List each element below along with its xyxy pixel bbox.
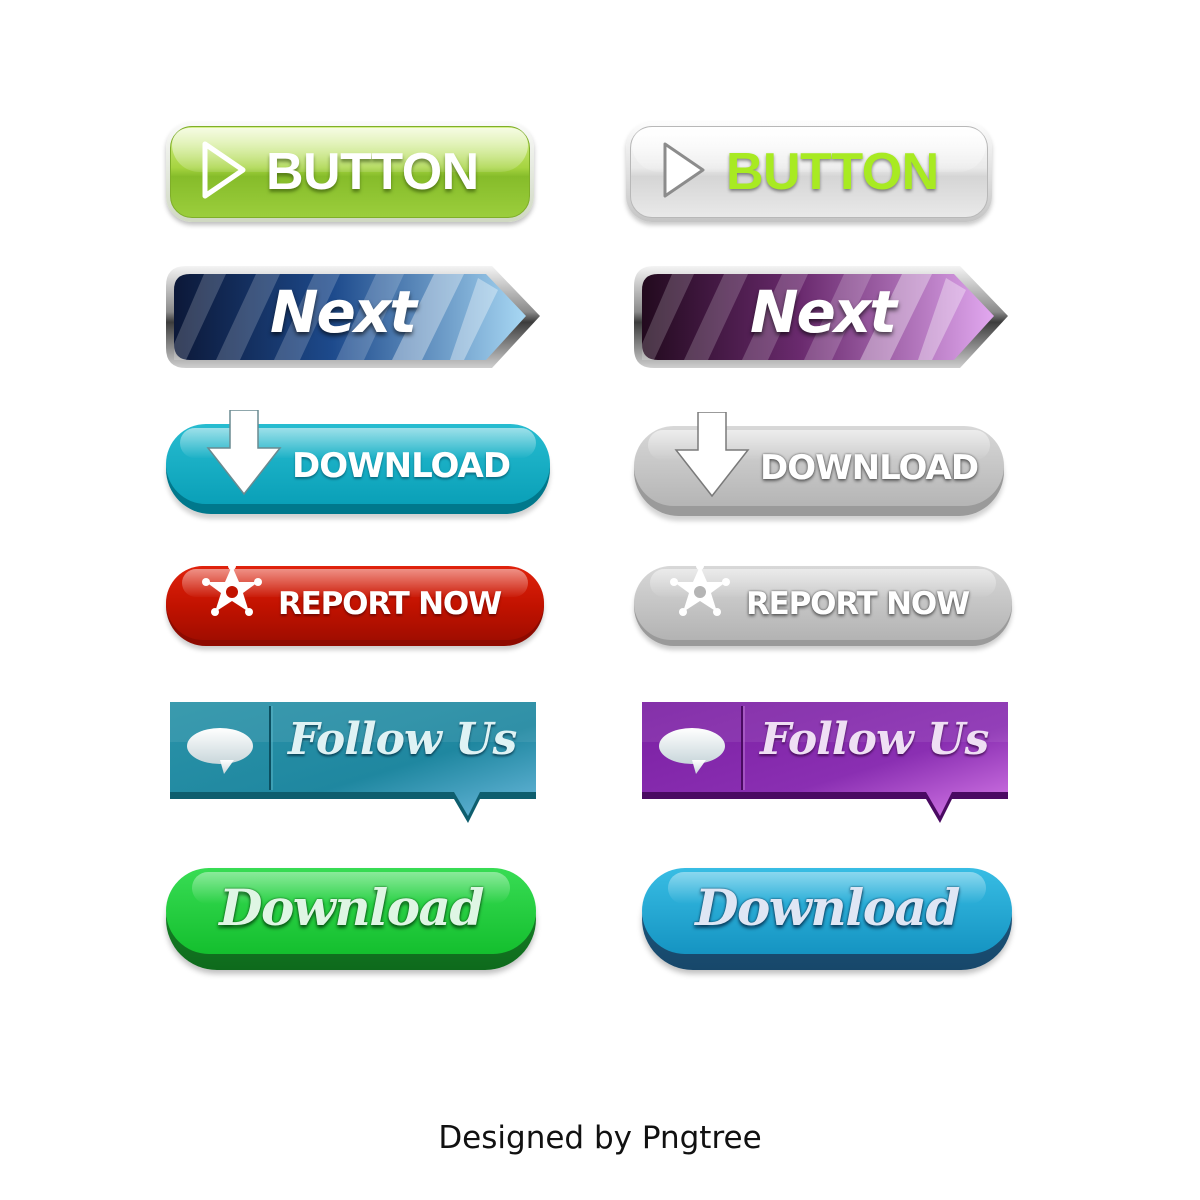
play-icon <box>663 142 705 198</box>
report-now-button-gray[interactable]: REPORT NOW <box>634 562 1012 646</box>
button-label: BUTTON <box>266 143 479 201</box>
script-download-button-green[interactable]: Download <box>166 868 536 970</box>
star-icon <box>670 562 730 616</box>
button-label: REPORT NOW <box>278 586 502 622</box>
down-arrow-icon <box>206 410 282 496</box>
down-arrow-icon <box>674 412 750 498</box>
star-icon <box>202 562 262 616</box>
next-button-blue[interactable]: Next <box>164 264 544 374</box>
button-label: DOWNLOAD <box>760 448 979 488</box>
report-now-button-red[interactable]: REPORT NOW <box>166 562 544 646</box>
button-label: DOWNLOAD <box>292 446 511 486</box>
download-button-gray[interactable]: DOWNLOAD <box>634 412 1004 516</box>
button-label: Download <box>219 878 484 937</box>
play-button-green[interactable]: BUTTON <box>166 122 534 222</box>
next-button-purple[interactable]: Next <box>632 264 1012 374</box>
button-label: Follow Us <box>288 714 517 765</box>
follow-us-button-teal[interactable]: Follow Us <box>168 700 540 824</box>
play-icon <box>202 141 246 199</box>
script-download-button-blue[interactable]: Download <box>642 868 1012 970</box>
credit-text: Designed by Pngtree <box>438 1120 762 1156</box>
download-button-teal[interactable]: DOWNLOAD <box>166 410 550 514</box>
button-label: REPORT NOW <box>746 586 970 622</box>
button-label: Follow Us <box>760 714 989 765</box>
follow-us-button-purple[interactable]: Follow Us <box>640 700 1012 824</box>
play-button-white[interactable]: BUTTON <box>626 122 992 222</box>
button-label: Next <box>750 278 897 346</box>
button-label: Next <box>270 278 417 346</box>
button-label: Download <box>695 878 960 937</box>
button-label: BUTTON <box>726 143 939 201</box>
